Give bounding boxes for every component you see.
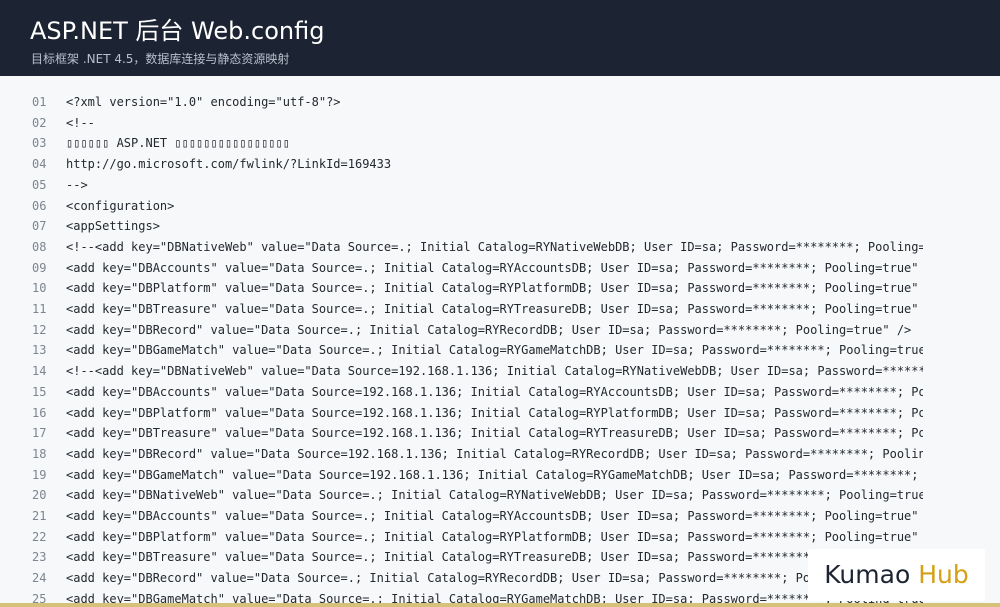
line-number: 01	[32, 95, 47, 109]
code-line: 21 <add key="DBAccounts" value="Data Sour…	[0, 506, 1000, 526]
code-line: 05 -->	[0, 175, 1000, 195]
code-text: <add key="DBPlatform" value="Data Source…	[66, 281, 923, 296]
code-line: 09 <add key="DBAccounts" value="Data Sour…	[0, 258, 1000, 278]
line-number: 04	[32, 157, 47, 172]
code-line: 01 <?xml version="1.0" encoding="utf-8"?>	[0, 92, 1000, 112]
code-text: <add key="DBRecord" value="Data Source=.…	[66, 322, 912, 337]
line-number: 18	[32, 446, 47, 461]
code-text: <add key="DBPlatform" value="Data Source…	[66, 529, 923, 544]
logo-text-kumao: Kumao	[824, 560, 911, 589]
code-viewer[interactable]: 01 <?xml version="1.0" encoding="utf-8"?>…	[0, 92, 1000, 607]
page-header: ASP.NET 后台 Web.config 目标框架 .NET 4.5，数据库连…	[0, 0, 1000, 76]
code-text: <add key="DBTreasure" value="Data Source…	[66, 550, 818, 565]
line-number: 14	[32, 364, 47, 379]
code-text: <add key="DBNativeWeb" value="Data Sourc…	[66, 488, 923, 503]
code-text: <add key="DBAccounts" value="Data Source…	[66, 509, 923, 523]
code-line: 19 <add key="DBGameMatch" value="Data Sou…	[0, 465, 1000, 485]
line-number: 23	[32, 550, 47, 565]
code-line: 20 <add key="DBNativeWeb" value="Data Sou…	[0, 485, 1000, 505]
code-line: 12 <add key="DBRecord" value="Data Source…	[0, 320, 1000, 340]
logo-text-hub: Hub	[918, 560, 969, 589]
code-text: <add key="DBAccounts" value="Data Source…	[66, 384, 923, 399]
code-line: 08 <!--<add key="DBNativeWeb" value="Data…	[0, 237, 1000, 257]
code-text: <add key="DBTreasure" value="Data Source…	[66, 302, 923, 316]
code-text: http://go.microsoft.com/fwlink/?LinkId=1…	[66, 157, 392, 172]
line-number: 17	[32, 426, 47, 441]
code-line: 17 <add key="DBTreasure" value="Data Sour…	[0, 423, 1000, 443]
code-text: <add key="DBGameMatch" value="Data Sourc…	[66, 343, 923, 358]
code-line: 13 <add key="DBGameMatch" value="Data Sou…	[0, 340, 1000, 360]
line-number: 19	[32, 467, 47, 482]
code-text: <configuration>	[66, 198, 175, 213]
page-title: ASP.NET 后台 Web.config	[30, 17, 325, 45]
line-number: 20	[32, 488, 47, 503]
line-number: 13	[32, 343, 47, 358]
code-line: 03 ▯▯▯▯▯▯ ASP.NET ▯▯▯▯▯▯▯▯▯▯▯▯▯▯▯▯	[0, 133, 1000, 153]
line-number: 24	[32, 571, 47, 586]
line-number: 11	[32, 302, 47, 316]
page-subtitle: 目标框架 .NET 4.5，数据库连接与静态资源映射	[31, 52, 290, 66]
code-text: <add key="DBRecord" value="Data Source=1…	[66, 446, 923, 461]
line-number: 02	[32, 115, 47, 130]
code-line: 10 <add key="DBPlatform" value="Data Sour…	[0, 278, 1000, 298]
line-number: 12	[32, 322, 47, 337]
line-number: 21	[32, 509, 47, 523]
code-text: ▯▯▯▯▯▯ ASP.NET ▯▯▯▯▯▯▯▯▯▯▯▯▯▯▯▯	[66, 136, 290, 151]
code-text: <add key="DBGameMatch" value="Data Sourc…	[66, 467, 923, 482]
code-text: <add key="DBPlatform" value="Data Source…	[66, 405, 923, 420]
code-line: 14 <!--<add key="DBNativeWeb" value="Data…	[0, 361, 1000, 381]
code-line: 07 <appSettings>	[0, 216, 1000, 236]
code-text: <add key="DBRecord" value="Data Source=.…	[66, 571, 818, 586]
code-line: 02 <!--	[0, 113, 1000, 133]
code-line: 18 <add key="DBRecord" value="Data Source…	[0, 444, 1000, 464]
code-text: <!--<add key="DBNativeWeb" value="Data S…	[66, 364, 923, 379]
code-line: 16 <add key="DBPlatform" value="Data Sour…	[0, 403, 1000, 423]
line-number: 09	[32, 260, 47, 275]
code-text: <!--	[66, 115, 95, 130]
line-number: 15	[32, 384, 47, 399]
line-number: 08	[32, 239, 47, 254]
code-line: 06 <configuration>	[0, 196, 1000, 216]
bottom-accent-bar	[0, 603, 1000, 607]
line-number: 16	[32, 405, 47, 420]
code-text: <appSettings>	[66, 219, 160, 234]
kumaohub-watermark-logo: Kumao Hub	[808, 549, 985, 601]
code-line: 15 <add key="DBAccounts" value="Data Sour…	[0, 382, 1000, 402]
code-text: <add key="DBAccounts" value="Data Source…	[66, 260, 923, 275]
line-number: 22	[32, 529, 47, 544]
line-number: 03	[32, 136, 47, 151]
code-text: <add key="DBTreasure" value="Data Source…	[66, 426, 923, 441]
code-text: <!--<add key="DBNativeWeb" value="Data S…	[66, 239, 923, 254]
line-number: 05	[32, 177, 47, 192]
code-line: 11 <add key="DBTreasure" value="Data Sour…	[0, 299, 1000, 319]
line-number: 10	[32, 281, 47, 296]
code-line: 22 <add key="DBPlatform" value="Data Sour…	[0, 527, 1000, 547]
line-number: 07	[32, 219, 47, 234]
code-text: -->	[66, 177, 88, 192]
line-number: 06	[32, 198, 47, 213]
code-line: 04 http://go.microsoft.com/fwlink/?LinkId…	[0, 154, 1000, 174]
code-text: <?xml version="1.0" encoding="utf-8"?>	[66, 95, 341, 109]
